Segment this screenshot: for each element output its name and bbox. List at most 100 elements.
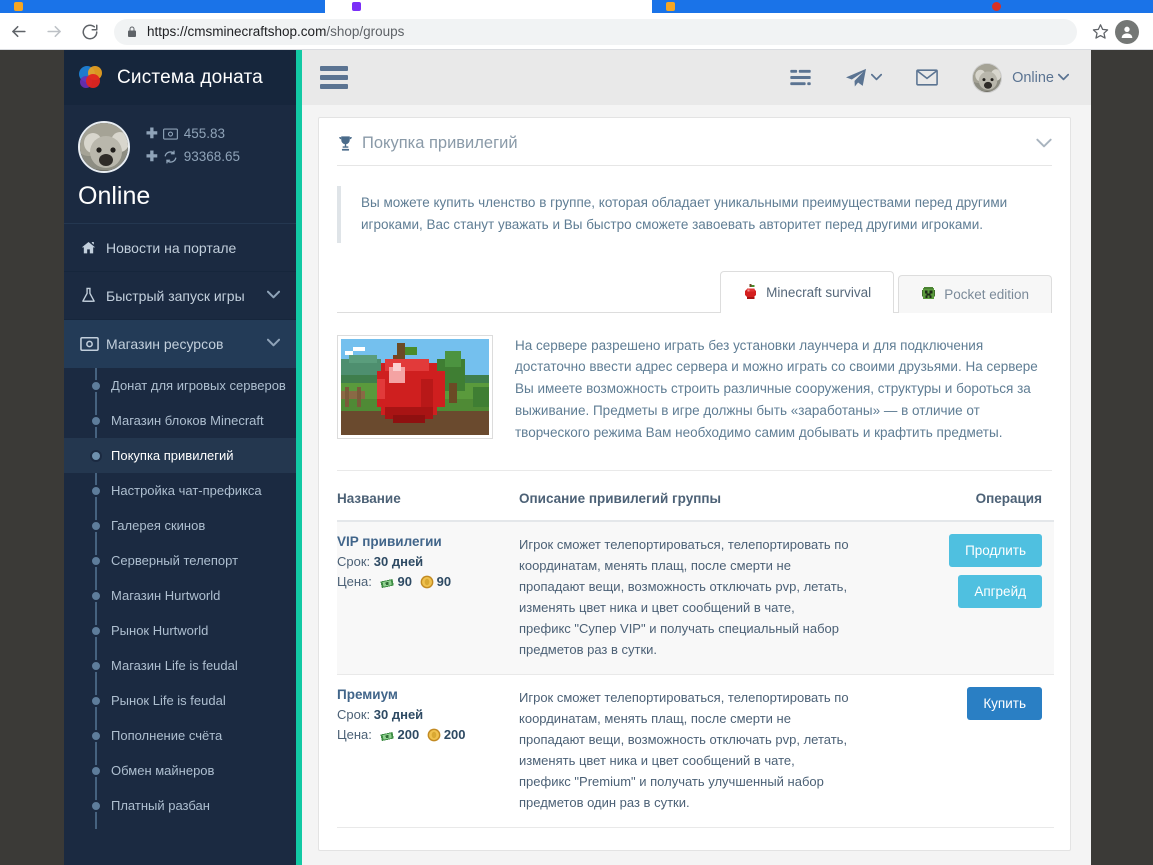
apple-icon [743, 284, 758, 300]
page-viewport: Система доната ✚ 455.83 ✚ 93368.65 Onlin… [0, 50, 1153, 865]
chevron-down-icon [870, 72, 883, 84]
group-name: VIP привилегии [337, 533, 442, 549]
profile-name: Online [78, 182, 151, 210]
topbar-user-name: Online [1012, 69, 1054, 86]
group-price: Цена: 90 90 [337, 572, 509, 595]
sidebar-subitem-paid-unban[interactable]: Платный разбан [64, 788, 296, 823]
topbar-user-menu[interactable]: Online [972, 62, 1070, 93]
tab-favicon [352, 2, 361, 11]
bullet-icon [90, 589, 102, 602]
banknote-icon [80, 337, 106, 352]
browser-tab[interactable] [652, 0, 1153, 13]
server-info: На сервере разрешено играть без установк… [319, 313, 1070, 470]
chevron-down-icon[interactable] [1036, 135, 1052, 152]
bullet-icon [90, 519, 102, 532]
sidebar-menu: Новости на портале Быстрый запуск игры М… [64, 223, 296, 830]
brand-title: Система доната [117, 66, 263, 88]
forward-arrow-icon[interactable] [36, 14, 72, 50]
price-coins: 90 [436, 573, 452, 589]
envelope-icon[interactable] [916, 69, 938, 86]
sidebar-subitem-miner-exchange[interactable]: Обмен майнеров [64, 753, 296, 788]
bullet-icon [90, 379, 102, 392]
sidebar-item-resource-shop[interactable]: Магазин ресурсов [64, 320, 296, 369]
sidebar-item-label: Новости на портале [106, 239, 237, 256]
koala-avatar[interactable] [78, 121, 130, 173]
chevron-down-icon [266, 338, 281, 350]
sidebar-item-news[interactable]: Новости на портале [64, 224, 296, 273]
balance-list: ✚ 455.83 ✚ 93368.65 [146, 121, 240, 171]
profile-avatar-icon[interactable] [1115, 19, 1139, 44]
sidebar-subitem-lif-market[interactable]: Рынок Life is feudal [64, 683, 296, 718]
home-icon [80, 240, 106, 256]
sidebar-item-label: Быстрый запуск игры [106, 287, 245, 304]
sidebar-subitem-hurtworld-shop[interactable]: Магазин Hurtworld [64, 578, 296, 613]
telegram-send-icon[interactable] [845, 68, 883, 88]
tab-favicon [992, 2, 1001, 11]
price-label: Цена: [337, 727, 372, 743]
colored-circles-logo [76, 65, 106, 91]
server-list-icon[interactable] [790, 69, 811, 86]
koala-avatar [972, 62, 1003, 93]
upgrade-button[interactable]: Апгрейд [958, 574, 1042, 608]
topbar: Online [302, 50, 1091, 105]
price-label: Цена: [337, 573, 372, 589]
term-label: Срок: [337, 707, 371, 723]
group-name: Премиум [337, 687, 398, 703]
sidebar-subitem-label: Платный разбан [111, 798, 210, 814]
back-arrow-icon[interactable] [0, 14, 36, 50]
tab-minecraft-survival[interactable]: Minecraft survival [720, 270, 895, 313]
tab-label: Pocket edition [944, 286, 1029, 302]
group-operations-cell: Купить [904, 674, 1054, 829]
minecraft-apple-screenshot[interactable] [337, 334, 493, 439]
screen: https://cmsminecraftshop.com/shop/groups [0, 0, 1153, 865]
address-bar[interactable]: https://cmsminecraftshop.com/shop/groups [114, 18, 1077, 45]
url-host: https://cmsminecraftshop.com [147, 24, 327, 39]
balance-money-row[interactable]: ✚ 455.83 [146, 125, 240, 142]
table-divider [337, 469, 1052, 471]
sidebar-subitem-blocks-shop[interactable]: Магазин блоков Minecraft [64, 403, 296, 438]
bullet-icon [90, 449, 102, 462]
hamburger-icon[interactable] [320, 66, 348, 89]
gold-coin-icon [420, 575, 434, 595]
price-coins: 200 [443, 727, 466, 743]
sidebar-brand[interactable]: Система доната [64, 50, 296, 105]
sidebar-subitem-buy-privileges[interactable]: Покупка привилегий [64, 438, 296, 474]
sidebar-item-quick-launch[interactable]: Быстрый запуск игры [64, 272, 296, 321]
url-path: /shop/groups [326, 24, 405, 39]
group-name-cell: VIP привилегии Срок: 30 дней Цена: 90 90 [337, 520, 519, 676]
group-name-cell: Премиум Срок: 30 дней Цена: 200 200 [337, 674, 519, 829]
plus-icon: ✚ [146, 125, 158, 141]
bullet-icon [90, 799, 102, 812]
sidebar-subitem-label: Галерея скинов [111, 518, 206, 534]
star-icon[interactable] [1085, 17, 1115, 47]
balance-coins-row[interactable]: ✚ 93368.65 [146, 148, 240, 165]
tab-pocket-edition[interactable]: Pocket edition [898, 274, 1052, 313]
sidebar-subitem-chat-prefix[interactable]: Настройка чат-префикса [64, 473, 296, 508]
sidebar-subitem-label: Магазин блоков Minecraft [111, 413, 264, 429]
bullet-icon [90, 659, 102, 672]
topbar-actions: Online [756, 62, 1091, 93]
gold-coin-icon [427, 728, 441, 748]
extend-button[interactable]: Продлить [949, 533, 1042, 567]
privileges-card: Покупка привилегий Вы можете купить член… [318, 117, 1071, 852]
bullet-icon [90, 414, 102, 427]
bullet-icon [90, 694, 102, 707]
browser-tab[interactable] [0, 0, 325, 13]
refresh-coins-icon [163, 150, 178, 164]
sidebar-subitem-donate-servers[interactable]: Донат для игровых серверов [64, 368, 296, 403]
sidebar-subitem-skins-gallery[interactable]: Галерея скинов [64, 508, 296, 543]
sidebar-item-label: Магазин ресурсов [106, 336, 224, 353]
banknote-icon [379, 575, 395, 595]
sidebar-subitem-hurtworld-market[interactable]: Рынок Hurtworld [64, 613, 296, 648]
buy-button[interactable]: Купить [967, 687, 1042, 721]
sidebar-subitem-topup[interactable]: Пополнение счёта [64, 718, 296, 753]
banknote-icon [379, 728, 395, 748]
sidebar-subitem-server-teleport[interactable]: Серверный телепорт [64, 543, 296, 578]
bullet-icon [90, 764, 102, 777]
column-header-description: Описание привилегий группы [519, 484, 904, 522]
reload-icon[interactable] [72, 14, 108, 50]
table-header-row: Название Описание привилегий группы Опер… [337, 484, 1054, 522]
sidebar-subitem-lif-shop[interactable]: Магазин Life is feudal [64, 648, 296, 683]
tab-label: Minecraft survival [766, 284, 872, 300]
info-alert: Вы можете купить членство в группе, кото… [337, 186, 1052, 243]
